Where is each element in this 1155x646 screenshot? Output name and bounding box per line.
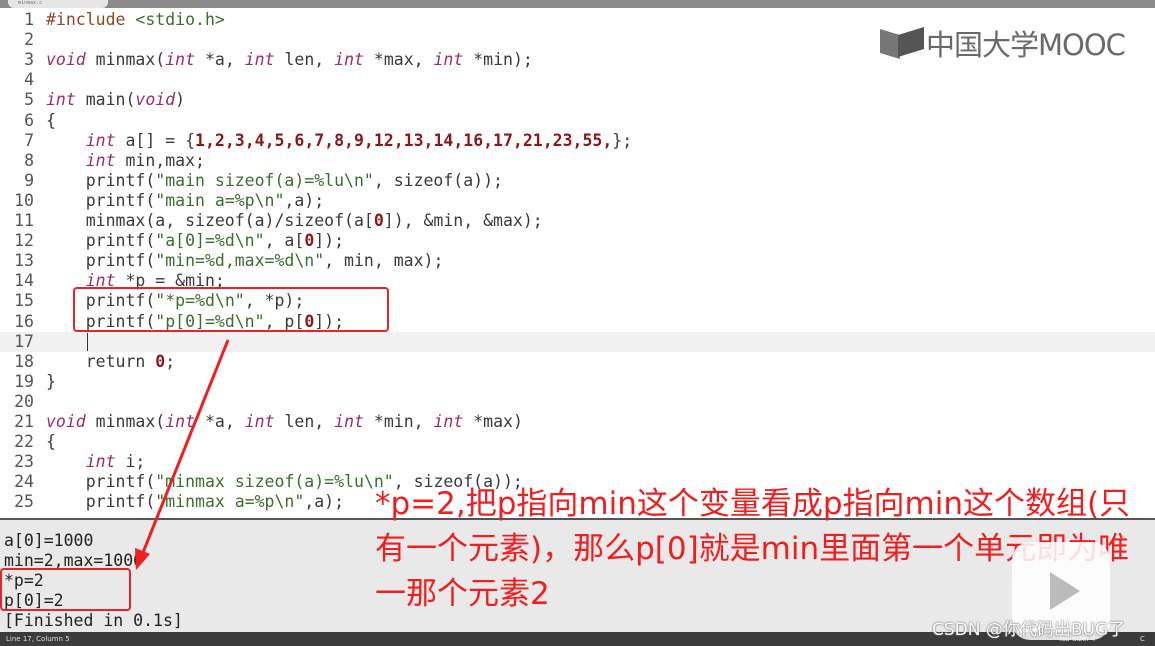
book-icon <box>880 27 924 59</box>
arrow-line <box>140 339 230 556</box>
watermark: CSDN @你代码出BUG了 <box>932 620 1126 640</box>
logo-text: 中国大学MOOC <box>926 28 1126 62</box>
mooc-logo: 中国大学MOOC <box>880 22 1126 64</box>
arrow-head <box>135 548 150 570</box>
